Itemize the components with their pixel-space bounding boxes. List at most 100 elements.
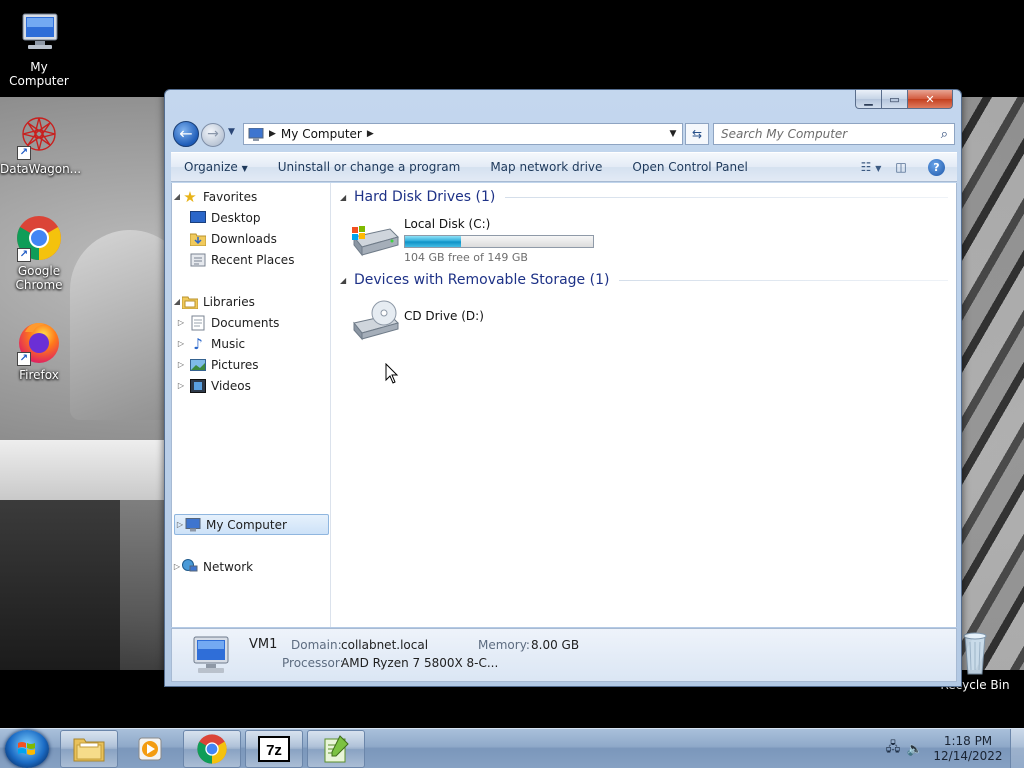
forward-button[interactable]: →: [201, 123, 225, 147]
chrome-icon: ↗: [15, 214, 63, 262]
expanded-triangle-icon[interactable]: ◢: [340, 276, 354, 285]
desktop-icon-label: My Computer: [9, 60, 69, 88]
nav-label: My Computer: [206, 517, 287, 532]
clock[interactable]: 1:18 PM 12/14/2022: [926, 734, 1010, 764]
collapsed-triangle-icon[interactable]: ▷: [172, 562, 182, 571]
map-network-drive-button[interactable]: Map network drive: [475, 160, 617, 174]
volume-icon[interactable]: 🔈: [904, 742, 926, 757]
arrow-right-icon: →: [207, 126, 219, 142]
group-divider: [619, 279, 948, 281]
view-options-icon[interactable]: ☷ ▼: [856, 160, 886, 174]
nav-item-libraries[interactable]: ◢ Libraries: [172, 291, 330, 312]
collapsed-triangle-icon[interactable]: ▷: [176, 381, 186, 390]
breadcrumb-my-computer[interactable]: My Computer: [281, 127, 362, 141]
taskbar-chrome-button[interactable]: [183, 730, 241, 768]
uninstall-program-button[interactable]: Uninstall or change a program: [263, 160, 476, 174]
taskbar-media-player-button[interactable]: [121, 730, 179, 768]
downloads-folder-icon: [190, 231, 206, 247]
desktop-icon-datawagon[interactable]: ↗ DataWagon...: [0, 112, 82, 176]
pictures-icon: [190, 357, 206, 373]
group-header-hard-disks[interactable]: ◢ Hard Disk Drives (1): [340, 189, 948, 205]
shortcut-arrow-icon: ↗: [17, 352, 31, 366]
breadcrumb-separator-icon[interactable]: ▶: [367, 129, 374, 139]
collapsed-triangle-icon[interactable]: ▷: [176, 318, 186, 327]
collapsed-triangle-icon[interactable]: ▷: [176, 360, 186, 369]
drive-cd-d[interactable]: CD Drive (D:): [350, 299, 484, 343]
nav-item-downloads[interactable]: Downloads: [172, 228, 330, 249]
drive-local-disk-c[interactable]: Local Disk (C:) 104 GB free of 149 GB: [350, 217, 594, 264]
memory-value: 8.00 GB: [531, 638, 580, 652]
navigation-bar: ← → ▼ ▶ My Computer ▶ ▼ ⇆ ⌕: [171, 120, 957, 148]
drive-usage-bar: [404, 235, 594, 248]
svg-text:7z: 7z: [266, 742, 282, 759]
nav-item-pictures[interactable]: ▷ Pictures: [172, 354, 330, 375]
close-button[interactable]: ✕: [908, 90, 953, 109]
firefox-icon: ↗: [15, 318, 63, 366]
show-desktop-button[interactable]: [1010, 729, 1024, 768]
desktop-icon-my-computer[interactable]: My Computer: [0, 10, 78, 88]
preview-pane-icon[interactable]: ◫: [886, 160, 916, 174]
taskbar: 7z 🖧 🔈 1:18 PM 12/14/2022: [0, 728, 1024, 768]
videos-icon: [190, 378, 206, 394]
expanded-triangle-icon[interactable]: ◢: [172, 297, 182, 306]
star-icon: ★: [183, 187, 197, 206]
nav-item-favorites[interactable]: ◢ ★ Favorites: [172, 186, 330, 207]
nav-item-music[interactable]: ▷ ♪ Music: [172, 333, 330, 354]
refresh-icon: ⇆: [691, 127, 703, 141]
search-box[interactable]: ⌕: [713, 123, 955, 145]
nav-item-documents[interactable]: ▷ Documents: [172, 312, 330, 333]
nav-item-my-computer[interactable]: ▷ My Computer: [174, 514, 329, 535]
expanded-triangle-icon[interactable]: ◢: [340, 193, 354, 202]
group-header-removable[interactable]: ◢ Devices with Removable Storage (1): [340, 272, 948, 288]
address-dropdown-icon[interactable]: ▼: [664, 129, 682, 139]
taskbar-explorer-button[interactable]: [60, 730, 118, 768]
system-tray: 🖧 🔈 1:18 PM 12/14/2022: [882, 729, 1024, 768]
computer-name: VM1: [249, 637, 278, 652]
desktop-icon-label: Firefox: [19, 368, 59, 382]
desktop-icon-label: Google Chrome: [15, 264, 63, 292]
back-button[interactable]: ←: [173, 121, 199, 147]
breadcrumb-separator-icon[interactable]: ▶: [269, 129, 276, 139]
address-bar[interactable]: ▶ My Computer ▶ ▼: [243, 123, 683, 145]
drive-usage-fill: [405, 236, 462, 247]
start-button[interactable]: [5, 730, 49, 768]
drive-info: CD Drive (D:): [404, 299, 484, 343]
wallpaper-shape: [962, 97, 1024, 670]
desktop-icon-label: DataWagon...: [0, 162, 82, 176]
search-input[interactable]: [721, 127, 926, 141]
nav-label: Videos: [211, 378, 251, 393]
taskbar-notepad-plus-button[interactable]: [307, 730, 365, 768]
desktop-folder-icon: [190, 210, 206, 226]
clock-date: 12/14/2022: [933, 749, 1003, 763]
drive-free-space: 104 GB free of 149 GB: [404, 251, 528, 264]
nav-item-videos[interactable]: ▷ Videos: [172, 375, 330, 396]
nav-item-desktop[interactable]: Desktop: [172, 207, 330, 228]
windows-logo-icon: [18, 742, 35, 755]
maximize-button[interactable]: ▭: [882, 90, 908, 109]
expanded-triangle-icon[interactable]: ◢: [172, 192, 182, 201]
taskbar-7zip-button[interactable]: 7z: [245, 730, 303, 768]
clock-time: 1:18 PM: [943, 734, 993, 748]
wallpaper-shape: [0, 440, 180, 500]
chrome-icon: [197, 734, 227, 764]
help-icon[interactable]: ?: [928, 158, 945, 176]
caption-buttons: ▁ ▭ ✕: [855, 90, 953, 109]
collapsed-triangle-icon[interactable]: ▷: [175, 520, 185, 529]
nav-label: Libraries: [203, 294, 255, 309]
main-pane: ◢ Hard Disk Drives (1) Local Disk (C:) 1…: [332, 183, 956, 627]
organize-button[interactable]: Organize ▼: [171, 160, 263, 174]
refresh-button[interactable]: ⇆: [685, 123, 709, 145]
command-bar: Organize ▼ Uninstall or change a program…: [171, 152, 957, 182]
wallpaper-shape: [0, 500, 120, 670]
nav-item-network[interactable]: ▷ Network: [172, 556, 330, 577]
documents-icon: [190, 315, 206, 331]
recent-pages-button[interactable]: ▼: [228, 127, 235, 137]
nav-item-recent-places[interactable]: Recent Places: [172, 249, 330, 270]
open-control-panel-button[interactable]: Open Control Panel: [617, 160, 762, 174]
collapsed-triangle-icon[interactable]: ▷: [176, 339, 186, 348]
network-status-icon[interactable]: 🖧: [882, 738, 904, 760]
desktop-icon-firefox[interactable]: ↗ Firefox: [0, 318, 78, 382]
minimize-button[interactable]: ▁: [855, 90, 882, 109]
search-icon[interactable]: ⌕: [941, 127, 948, 142]
desktop-icon-chrome[interactable]: ↗ Google Chrome: [0, 214, 78, 292]
